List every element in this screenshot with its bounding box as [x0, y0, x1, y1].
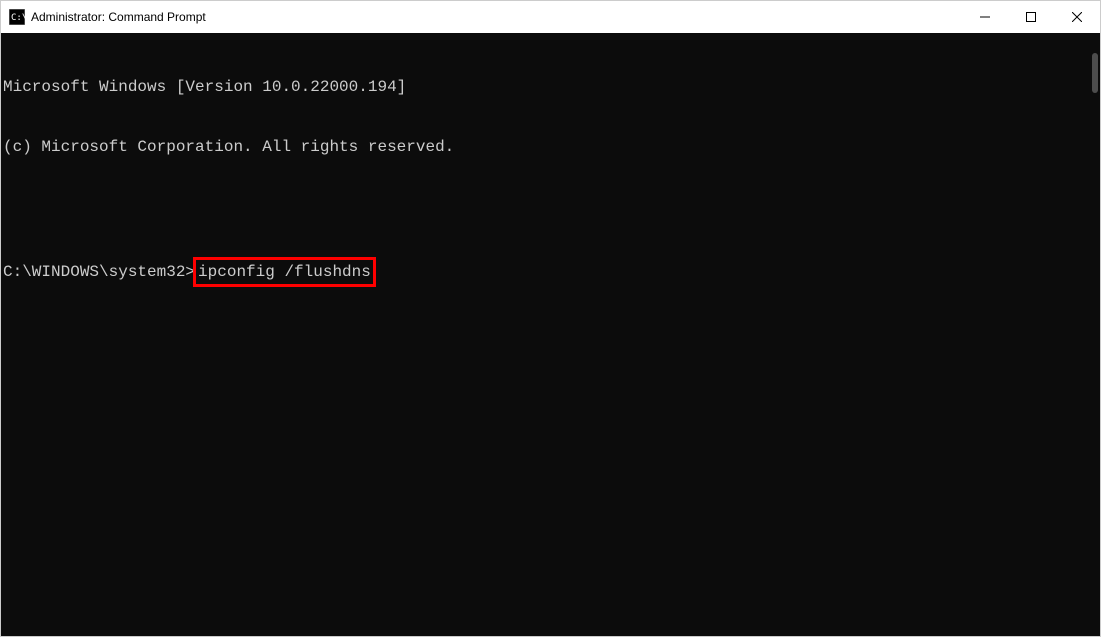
close-button[interactable]	[1054, 1, 1100, 33]
minimize-button[interactable]	[962, 1, 1008, 33]
svg-text:C:\: C:\	[11, 13, 25, 23]
output-line: Microsoft Windows [Version 10.0.22000.19…	[3, 77, 1098, 97]
prompt-line: C:\WINDOWS\system32>ipconfig /flushdns	[3, 257, 1098, 287]
window-title: Administrator: Command Prompt	[31, 10, 962, 24]
prompt-path: C:\WINDOWS\system32>	[3, 262, 195, 282]
blank-line	[3, 197, 1098, 217]
window-controls	[962, 1, 1100, 33]
output-line: (c) Microsoft Corporation. All rights re…	[3, 137, 1098, 157]
maximize-button[interactable]	[1008, 1, 1054, 33]
cmd-icon: C:\	[9, 9, 25, 25]
scrollbar[interactable]	[1084, 33, 1100, 636]
titlebar[interactable]: C:\ Administrator: Command Prompt	[1, 1, 1100, 33]
command-highlight: ipconfig /flushdns	[193, 257, 376, 287]
command-text: ipconfig /flushdns	[198, 263, 371, 281]
command-prompt-window: C:\ Administrator: Command Prompt Micros…	[0, 0, 1101, 637]
terminal-content: Microsoft Windows [Version 10.0.22000.19…	[1, 33, 1100, 331]
terminal-area[interactable]: Microsoft Windows [Version 10.0.22000.19…	[1, 33, 1100, 636]
scrollbar-thumb[interactable]	[1092, 53, 1098, 93]
